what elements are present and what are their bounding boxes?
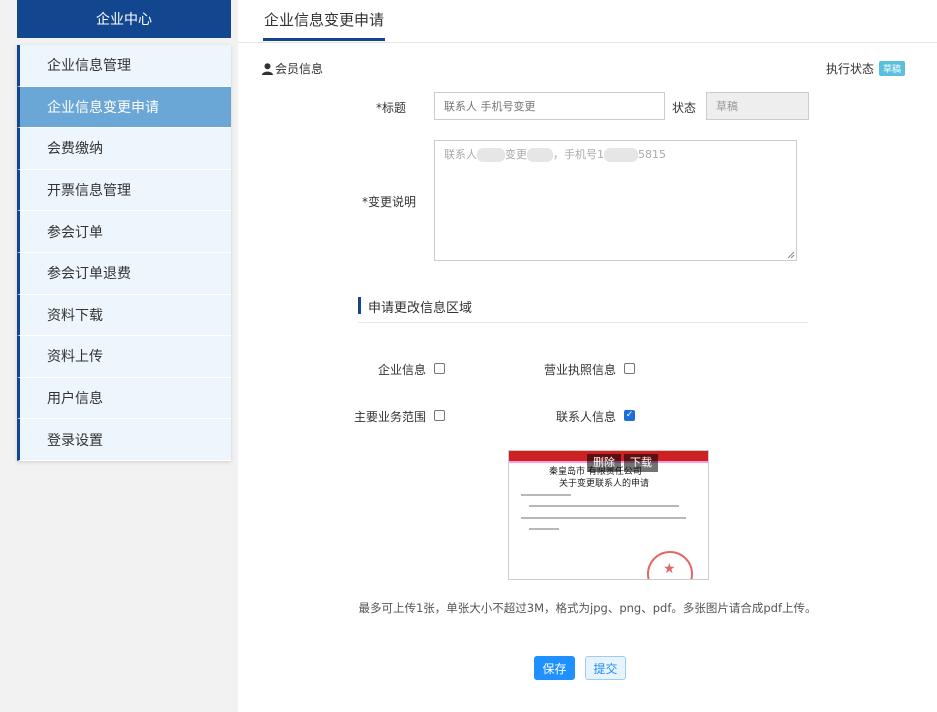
checkbox-business-scope[interactable]	[434, 410, 445, 421]
sidebar-item-order-refund[interactable]: 参会订单退费	[17, 252, 231, 295]
sidebar-item-login-settings[interactable]: 登录设置	[17, 419, 231, 461]
status-badge: 草稿	[878, 61, 905, 76]
user-icon	[262, 62, 273, 75]
sidebar-menu: 企业信息管理 企业信息变更申请 会费缴纳 开票信息管理 参会订单 参会订单退费 …	[17, 45, 231, 461]
sidebar-title: 企业中心	[17, 0, 231, 38]
redacted-name	[477, 148, 505, 162]
doc-text-line	[529, 505, 679, 507]
checkbox-business-license[interactable]	[624, 363, 635, 374]
desc-phone-label: ，手机号1	[553, 148, 604, 161]
resize-grip-icon[interactable]	[787, 251, 795, 259]
member-info-label: 会员信息	[275, 62, 324, 76]
tab-change-request[interactable]: 企业信息变更申请	[263, 0, 386, 41]
redacted-phone	[604, 148, 638, 162]
submit-button[interactable]: 提交	[585, 656, 626, 680]
doc-text-line	[521, 494, 571, 496]
doc-text-line	[521, 517, 686, 519]
sidebar-item-membership-fee[interactable]: 会费缴纳	[17, 128, 231, 170]
uploaded-document-preview[interactable]: 秦皇岛市 有限责任公司 关于变更联系人的申请 删除 下载	[508, 450, 709, 580]
checkbox-company-info[interactable]	[434, 363, 445, 374]
member-info-heading: 会员信息	[262, 60, 323, 77]
main-panel: 企业信息变更申请 会员信息 执行状态 草稿 *标题 状态 草稿 *变更说明 联系…	[238, 0, 937, 712]
description-textarea[interactable]: 联系人 变更 ，手机号1 5815	[434, 140, 797, 261]
checkbox-label-business-scope: 主要业务范围	[353, 410, 426, 424]
doc-title-line2: 关于变更联系人的申请	[559, 479, 650, 489]
checkbox-label-contact-info: 联系人信息	[555, 410, 616, 424]
sidebar-item-uploads[interactable]: 资料上传	[17, 336, 231, 378]
sidebar-item-change-request[interactable]: 企业信息变更申请	[17, 86, 231, 129]
checkbox-label-company-info: 企业信息	[377, 363, 426, 377]
status-label: 状态	[671, 101, 696, 115]
sidebar-item-conference-orders[interactable]: 参会订单	[17, 211, 231, 253]
save-button[interactable]: 保存	[534, 656, 575, 680]
desc-phone-tail: 5815	[638, 148, 666, 161]
title-label: *标题	[375, 101, 406, 115]
checkbox-contact-info[interactable]: ✓	[624, 410, 635, 421]
desc-mid: 变更	[505, 148, 527, 161]
redacted-name-2	[527, 148, 553, 162]
exec-status: 执行状态 草稿	[826, 60, 905, 77]
upload-hint: 最多可上传1张，单张大小不超过3M，格式为jpg、png、pdf。多张图片请合成…	[358, 601, 817, 615]
checkbox-label-business-license: 营业执照信息	[543, 363, 616, 377]
status-field: 草稿	[706, 92, 809, 120]
delete-button[interactable]: 删除	[587, 454, 621, 472]
doc-text-line	[529, 528, 559, 530]
sidebar-item-invoice-info[interactable]: 开票信息管理	[17, 169, 231, 212]
exec-status-label: 执行状态	[825, 62, 874, 76]
tab-bar: 企业信息变更申请	[238, 0, 937, 43]
description-label: *变更说明	[361, 195, 416, 209]
doc-seal	[647, 551, 693, 579]
sidebar-item-user-info[interactable]: 用户信息	[17, 377, 231, 420]
sidebar-item-downloads[interactable]: 资料下载	[17, 294, 231, 337]
preview-actions: 删除 下载	[587, 454, 661, 472]
sidebar: 企业中心 企业信息管理 企业信息变更申请 会费缴纳 开票信息管理 参会订单 参会…	[17, 0, 231, 461]
section-title: 申请更改信息区域	[358, 297, 808, 323]
sidebar-item-company-info[interactable]: 企业信息管理	[17, 45, 231, 87]
title-input[interactable]	[434, 92, 665, 120]
desc-prefix: 联系人	[444, 148, 477, 161]
download-button[interactable]: 下载	[624, 454, 658, 472]
